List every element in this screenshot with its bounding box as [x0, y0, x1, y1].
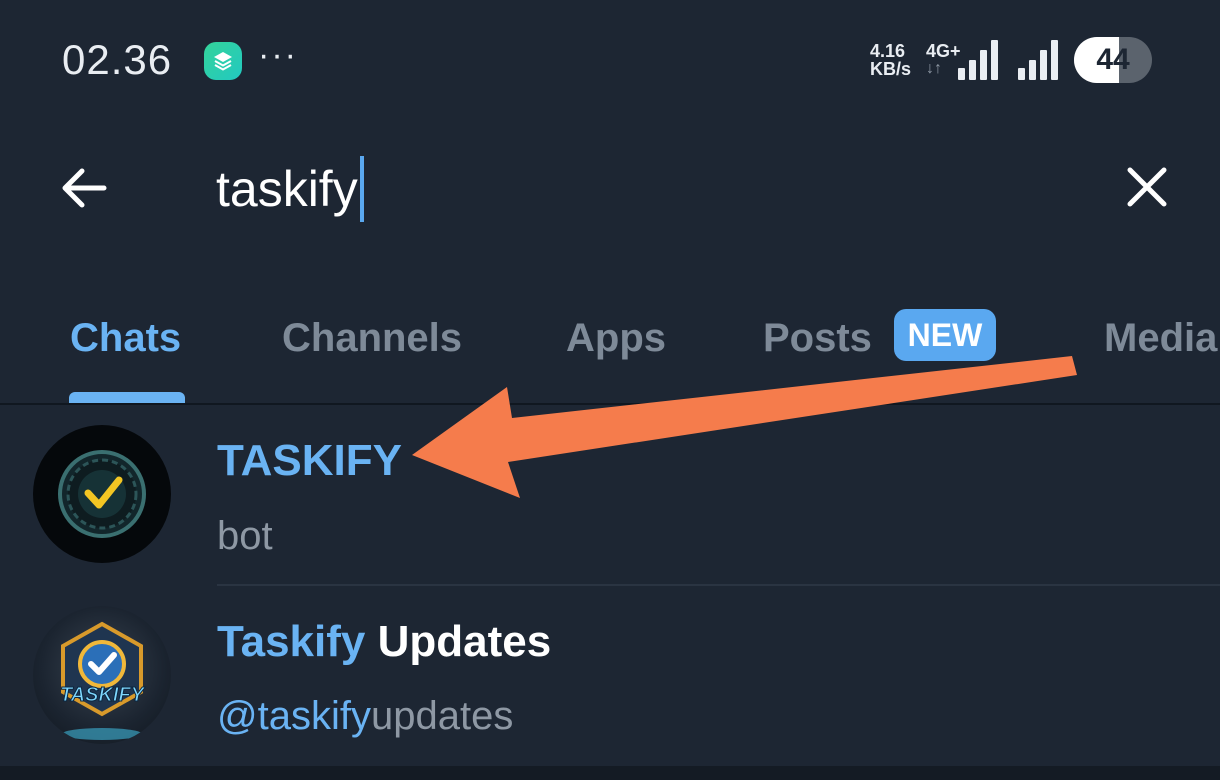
subtitle-rest: bot — [217, 514, 273, 558]
more-notifications-icon: ··· — [258, 36, 298, 74]
battery-level: 44 — [1096, 43, 1130, 76]
network-speed: 4.16 KB/s — [870, 42, 918, 78]
signal-icon — [1018, 40, 1060, 80]
tab-chats[interactable]: Chats — [70, 316, 181, 361]
avatar-text: TASKIFY — [60, 684, 146, 706]
arrow-left-icon[interactable] — [56, 160, 112, 216]
search-query: taskify — [216, 161, 358, 217]
avatar[interactable] — [33, 425, 171, 563]
result-subtitle: @taskifyupdates — [217, 694, 513, 739]
battery-icon: 44 — [1074, 37, 1152, 83]
tab-posts[interactable]: Posts — [763, 316, 872, 361]
subtitle-highlight: @taskify — [217, 694, 371, 738]
result-title[interactable]: TASKIFY — [217, 436, 402, 486]
network-speed-value: 4.16 — [870, 41, 906, 61]
new-badge: NEW — [894, 309, 996, 361]
network-type: 4G+ — [926, 41, 961, 61]
search-input[interactable]: taskify — [216, 156, 364, 222]
title-highlight: TASKIFY — [217, 436, 402, 485]
divider — [0, 403, 1220, 405]
signal-icon — [958, 40, 1000, 80]
data-transfer-icon: ↓↑ — [926, 60, 942, 77]
text-caret — [359, 156, 364, 222]
divider — [217, 584, 1220, 586]
tab-apps[interactable]: Apps — [566, 316, 666, 361]
checkmark-hexagon-icon: TASKIFY — [59, 621, 146, 740]
network-speed-unit: KB/s — [870, 59, 912, 79]
tab-channels[interactable]: Channels — [282, 316, 462, 361]
avatar[interactable]: TASKIFY — [33, 606, 171, 744]
app-icon — [204, 42, 242, 80]
result-subtitle: bot — [217, 514, 273, 559]
status-time: 02.36 — [62, 36, 173, 83]
annotation-arrow-icon — [412, 356, 1077, 498]
bottom-edge — [0, 766, 1220, 780]
checkmark-badge-icon — [58, 450, 146, 538]
active-tab-indicator — [69, 392, 185, 403]
tab-media[interactable]: Media — [1104, 316, 1217, 361]
close-icon[interactable] — [1122, 162, 1172, 212]
result-title[interactable]: Taskify Updates — [217, 617, 551, 667]
title-highlight: Taskify — [217, 617, 366, 666]
title-rest: Updates — [365, 617, 552, 666]
subtitle-rest: updates — [370, 694, 514, 738]
